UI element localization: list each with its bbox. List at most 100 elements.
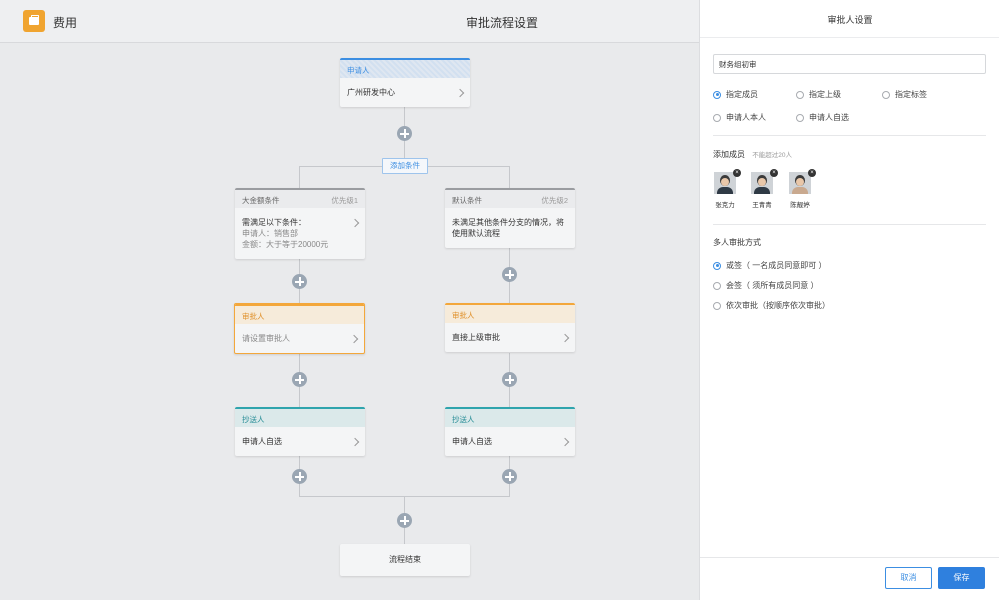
wallet-icon — [23, 10, 45, 32]
page-title: 审批流程设置 — [466, 16, 539, 30]
condition-node-body: 需满足以下条件： 申请人：销售部 金额：大于等于20000元 — [235, 208, 365, 259]
radio-sequential[interactable]: 依次审批（按顺序依次审批） — [713, 300, 830, 311]
condition-name: 默认条件 — [452, 196, 482, 205]
condition-line: 申请人：销售部 — [242, 229, 298, 238]
connector-line — [509, 166, 510, 188]
divider — [713, 224, 986, 225]
condition-line: 需满足以下条件： — [242, 218, 306, 227]
member-name: 王青青 — [752, 202, 772, 209]
radio-applicant-choose[interactable]: 申请人自选 — [796, 112, 849, 123]
radio-label: 指定标签 — [895, 90, 927, 99]
radio-specified-member[interactable]: 指定成员 — [713, 89, 758, 100]
start-node[interactable]: 申请人 广州研发中心 — [340, 58, 470, 107]
radio-dot — [713, 261, 721, 270]
condition-node-header: 默认条件 优先级2 — [445, 188, 575, 208]
remove-member-icon[interactable]: × — [808, 169, 816, 177]
applicant-department: 广州研发中心 — [347, 88, 395, 97]
radio-label: 指定上级 — [809, 90, 841, 99]
add-node-button[interactable] — [397, 126, 412, 141]
radio-specified-superior[interactable]: 指定上级 — [796, 89, 841, 100]
start-node-header: 申请人 — [340, 58, 470, 78]
cancel-button[interactable]: 取消 — [885, 567, 932, 589]
condition-line: 使用默认流程 — [452, 229, 500, 238]
add-node-button[interactable] — [292, 469, 307, 484]
add-node-button[interactable] — [502, 372, 517, 387]
divider — [713, 135, 986, 136]
approver-placeholder: 请设置审批人 — [242, 334, 290, 343]
condition-node-body: 未满足其他条件分支的情况，将 使用默认流程 — [445, 208, 575, 248]
cc-node-header: 抄送人 — [235, 407, 365, 427]
chevron-right-icon — [350, 437, 360, 446]
members-section-title: 添加成员 不能超过20人 — [713, 149, 792, 160]
radio-label: 会签（ 须所有成员同意 ） — [726, 281, 819, 290]
radio-joint-sign[interactable]: 会签（ 须所有成员同意 ） — [713, 280, 818, 291]
cc-node-left[interactable]: 抄送人 申请人自选 — [235, 407, 365, 456]
radio-label: 申请人本人 — [726, 113, 766, 122]
approver-settings-panel: 审批人设置 指定成员 指定上级 指定标签 申请人本人 申请人自选 添加成员 不能… — [699, 0, 999, 600]
cc-node-body: 申请人自选 — [445, 427, 575, 456]
condition-line: 金额：大于等于20000元 — [242, 240, 329, 249]
radio-label: 申请人自选 — [809, 113, 849, 122]
member-item: × 王青青 — [747, 169, 778, 209]
radio-label: 或签（ 一名成员同意即可 ） — [726, 261, 827, 270]
add-condition-button[interactable]: 添加条件 — [382, 158, 428, 174]
member-name: 陈靓婷 — [790, 202, 810, 209]
panel-title: 审批人设置 — [827, 15, 873, 25]
radio-specified-tag[interactable]: 指定标签 — [882, 89, 927, 100]
remove-member-icon[interactable]: × — [733, 169, 741, 177]
divider — [700, 557, 999, 558]
cc-value: 申请人自选 — [452, 437, 492, 446]
end-node: 流程结束 — [340, 544, 470, 576]
cc-value: 申请人自选 — [242, 437, 282, 446]
app-title: 费用 — [53, 16, 78, 30]
approver-node-body: 请设置审批人 — [235, 324, 364, 353]
radio-applicant-self[interactable]: 申请人本人 — [713, 112, 766, 123]
condition-node-large-amount[interactable]: 大金额条件 优先级1 需满足以下条件： 申请人：销售部 金额：大于等于20000… — [235, 188, 365, 259]
add-node-button[interactable] — [502, 267, 517, 282]
condition-node-header: 大金额条件 优先级1 — [235, 188, 365, 208]
member-item: × 张克力 — [710, 169, 741, 209]
approver-node-right[interactable]: 审批人 直接上级审批 — [445, 303, 575, 352]
radio-or-sign[interactable]: 或签（ 一名成员同意即可 ） — [713, 260, 826, 271]
remove-member-icon[interactable]: × — [770, 169, 778, 177]
cc-node-header: 抄送人 — [445, 407, 575, 427]
condition-line: 未满足其他条件分支的情况，将 — [452, 218, 564, 227]
add-node-button[interactable] — [502, 469, 517, 484]
cc-node-body: 申请人自选 — [235, 427, 365, 456]
radio-dot — [796, 90, 804, 99]
connector-line — [299, 166, 300, 188]
approver-node-header: 审批人 — [235, 304, 364, 324]
approver-name-input[interactable] — [713, 54, 986, 74]
radio-dot — [882, 90, 890, 99]
chevron-right-icon — [560, 437, 570, 446]
cc-node-right[interactable]: 抄送人 申请人自选 — [445, 407, 575, 456]
radio-dot — [796, 113, 804, 122]
radio-dot — [713, 90, 721, 99]
radio-dot — [713, 113, 721, 122]
add-node-button[interactable] — [397, 513, 412, 528]
chevron-right-icon — [349, 334, 359, 343]
radio-label: 指定成员 — [726, 90, 758, 99]
radio-label: 依次审批（按顺序依次审批） — [726, 301, 830, 310]
approver-value: 直接上级审批 — [452, 333, 500, 342]
mode-section-title: 多人审批方式 — [713, 238, 761, 247]
add-node-button[interactable] — [292, 372, 307, 387]
divider — [700, 37, 999, 38]
approver-node-left[interactable]: 审批人 请设置审批人 — [234, 303, 365, 354]
approver-node-header: 审批人 — [445, 303, 575, 323]
approver-node-body: 直接上级审批 — [445, 323, 575, 352]
condition-node-default[interactable]: 默认条件 优先级2 未满足其他条件分支的情况，将 使用默认流程 — [445, 188, 575, 248]
chevron-right-icon — [560, 333, 570, 342]
avatar — [751, 172, 773, 194]
avatar — [714, 172, 736, 194]
member-name: 张克力 — [715, 202, 735, 209]
chevron-right-icon — [455, 88, 465, 97]
save-button[interactable]: 保存 — [938, 567, 985, 589]
condition-name: 大金额条件 — [242, 196, 280, 205]
member-item: × 陈靓婷 — [785, 169, 816, 209]
avatar — [789, 172, 811, 194]
members-title: 添加成员 — [713, 150, 745, 159]
members-limit-note: 不能超过20人 — [752, 152, 792, 159]
add-node-button[interactable] — [292, 274, 307, 289]
radio-dot — [713, 301, 721, 310]
